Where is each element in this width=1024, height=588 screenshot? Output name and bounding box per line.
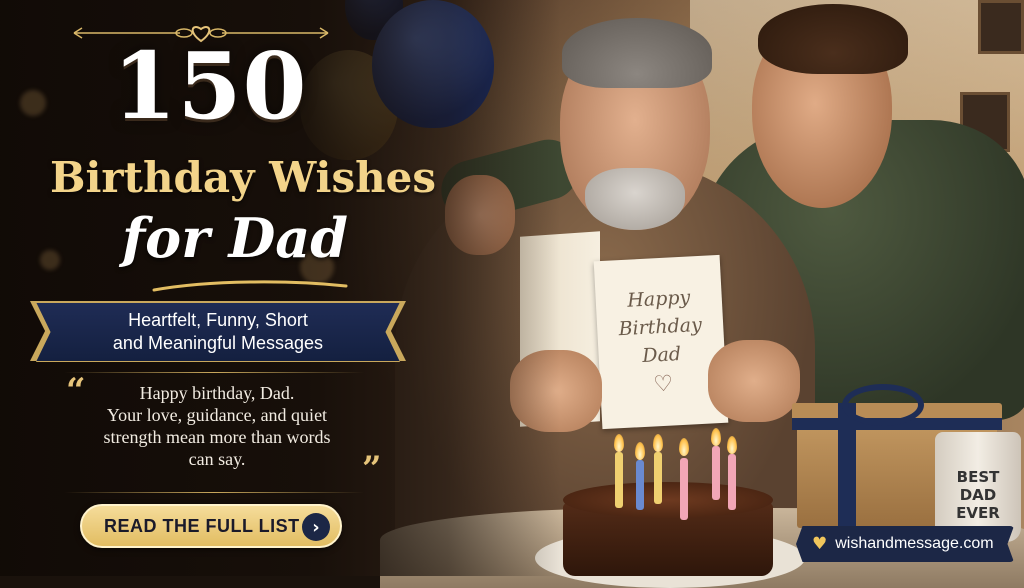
son-hair — [758, 4, 908, 74]
candle — [712, 446, 720, 500]
mug-text: BEST DAD EVER — [940, 468, 1016, 522]
mug-text-line: EVER — [956, 504, 1000, 522]
close-quote-icon: ” — [362, 449, 382, 489]
flame-icon — [727, 436, 737, 454]
site-badge[interactable]: ♥ wishandmessage.com — [796, 526, 1014, 562]
cta-label: READ THE FULL LIST — [104, 515, 300, 536]
dad-hands — [510, 340, 800, 432]
subtitle-banner: Heartfelt, Funny, Short and Meaningful M… — [36, 302, 400, 362]
gold-swoosh — [152, 280, 348, 292]
headline-number: 150 — [112, 32, 308, 140]
mug-text-line: BEST — [956, 468, 1000, 486]
quote-line: Your love, guidance, and quiet — [106, 405, 328, 425]
quote-line: Happy birthday, Dad. — [139, 383, 295, 403]
divider — [64, 372, 364, 373]
candle — [680, 458, 688, 520]
card-text-line: Happy — [626, 286, 691, 312]
bokeh-light — [20, 90, 46, 116]
heart-icon: ♥ — [812, 534, 828, 554]
flame-icon — [711, 428, 721, 446]
gift-bow — [842, 384, 924, 426]
candle — [654, 452, 662, 504]
card-text-line: Birthday — [618, 313, 703, 341]
banner-line: and Meaningful Messages — [112, 333, 324, 353]
right-hand — [708, 340, 800, 422]
chevron-right-icon: › — [302, 513, 330, 541]
dad-hair — [562, 18, 712, 88]
mug-text-line: DAD — [959, 486, 997, 504]
flame-icon — [635, 442, 645, 460]
divider — [64, 492, 364, 493]
read-full-list-button[interactable]: READ THE FULL LIST › — [80, 504, 342, 548]
wall-frame — [978, 0, 1024, 54]
flame-icon — [653, 434, 663, 452]
banner-line: Heartfelt, Funny, Short — [128, 310, 308, 330]
flame-icon — [614, 434, 624, 452]
site-url: wishandmessage.com — [835, 535, 994, 552]
quote-line: can say. — [188, 449, 246, 469]
flame-icon — [679, 438, 689, 456]
candle — [615, 452, 623, 508]
candle — [636, 460, 644, 510]
candle — [728, 454, 736, 510]
cake-top — [563, 482, 773, 518]
headline-subtitle: for Dad — [121, 206, 349, 270]
bokeh-light — [40, 250, 60, 270]
quote-line: strength mean more than words — [103, 427, 331, 447]
dad-beard — [585, 168, 685, 230]
headline-title: Birthday Wishes — [49, 153, 437, 202]
sample-quote: Happy birthday, Dad. Your love, guidance… — [58, 382, 376, 470]
